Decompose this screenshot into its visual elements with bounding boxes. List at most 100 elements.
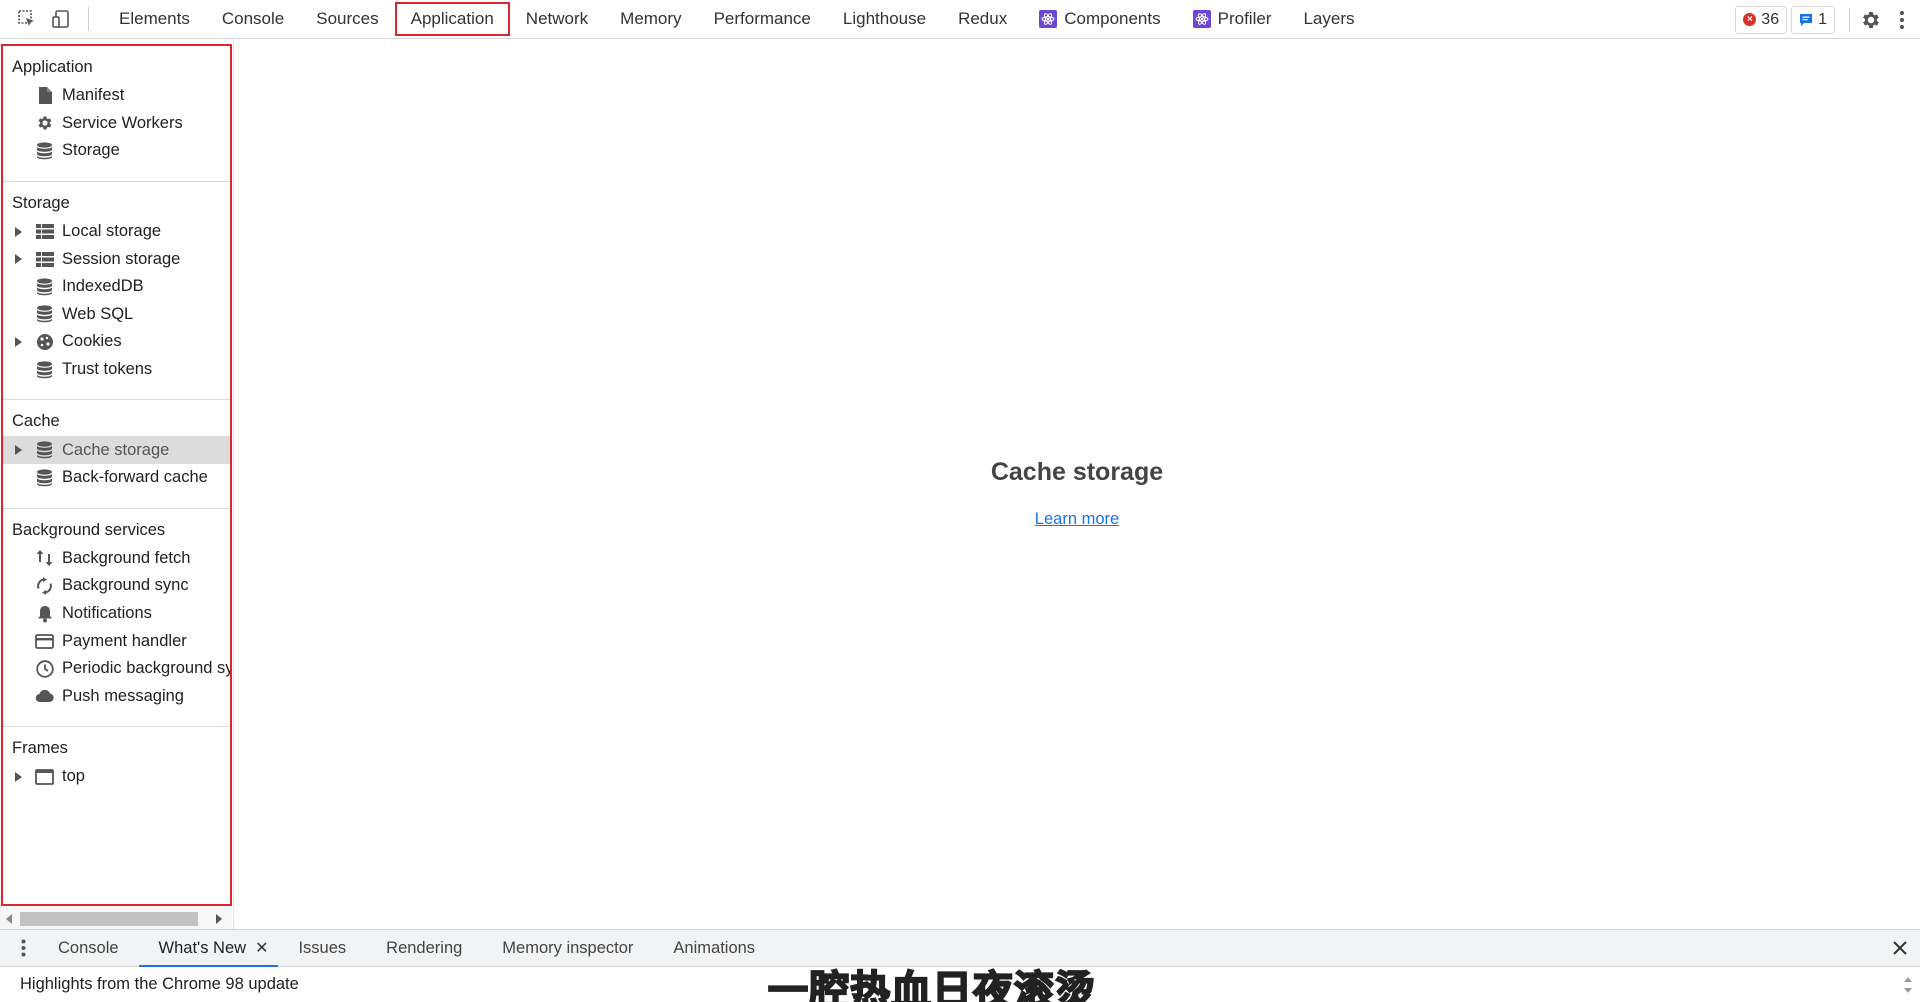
tab-profiler[interactable]: Profiler bbox=[1177, 2, 1288, 36]
tab-memory[interactable]: Memory bbox=[604, 2, 697, 36]
device-toolbar-icon[interactable] bbox=[44, 2, 78, 36]
sidebar-section-title: Background services bbox=[12, 520, 166, 539]
sidebar-item-label: Payment handler bbox=[62, 631, 187, 650]
sidebar-item-trust-tokens[interactable]: Trust tokens bbox=[3, 356, 230, 384]
sidebar-item-background-sync[interactable]: Background sync bbox=[3, 572, 230, 600]
tab-label: Application bbox=[410, 9, 494, 28]
sidebar-item-notifications[interactable]: Notifications bbox=[3, 600, 230, 628]
settings-gear-icon[interactable] bbox=[1854, 3, 1888, 37]
tab-label: Lighthouse bbox=[842, 9, 927, 28]
sidebar-item-background-fetch[interactable]: Background fetch bbox=[3, 545, 230, 573]
learn-more-link[interactable]: Learn more bbox=[1035, 510, 1119, 528]
database-icon bbox=[35, 305, 54, 324]
drawer-tab-animations[interactable]: Animations bbox=[653, 930, 775, 966]
database-icon bbox=[35, 360, 54, 379]
tab-components[interactable]: Components bbox=[1023, 2, 1176, 36]
sidebar-horizontal-scrollbar[interactable] bbox=[0, 907, 232, 929]
messages-counter[interactable]: 1 bbox=[1791, 5, 1835, 34]
bell-icon bbox=[35, 604, 54, 623]
drawer-menu-icon[interactable] bbox=[8, 930, 38, 966]
drawer-tab-rendering[interactable]: Rendering bbox=[366, 930, 482, 966]
expand-arrow-icon[interactable] bbox=[15, 771, 22, 782]
sidebar-item-back-forward-cache[interactable]: Back-forward cache bbox=[3, 464, 230, 492]
drawer-tab-what-s-new[interactable]: What's New ✕ bbox=[138, 930, 279, 967]
scroll-left-arrow-icon[interactable] bbox=[6, 914, 12, 924]
drawer-tab-memory-inspector[interactable]: Memory inspector bbox=[482, 930, 653, 966]
sidebar-item-periodic-background-sy[interactable]: Periodic background sy bbox=[3, 655, 230, 683]
drawer-tab-label: What's New bbox=[158, 938, 247, 957]
tab-label: Layers bbox=[1303, 9, 1355, 28]
drawer-tab-label: Animations bbox=[673, 938, 756, 957]
react-logo-icon bbox=[1039, 10, 1058, 28]
expand-arrow-icon[interactable] bbox=[15, 226, 22, 237]
message-count: 1 bbox=[1818, 10, 1827, 28]
tab-console[interactable]: Console bbox=[206, 2, 300, 36]
expand-arrow-icon[interactable] bbox=[15, 445, 22, 456]
tab-label: Network bbox=[525, 9, 589, 28]
sidebar-item-web-sql[interactable]: Web SQL bbox=[3, 301, 230, 329]
drawer-tab-label: Console bbox=[58, 938, 119, 957]
application-sidebar: Application Manifest Service Workers Storag… bbox=[1, 44, 232, 906]
tab-elements[interactable]: Elements bbox=[103, 2, 206, 36]
tab-label: Performance bbox=[713, 9, 811, 28]
sidebar-item-label: Background sync bbox=[62, 576, 189, 595]
tab-label: Redux bbox=[958, 9, 1008, 28]
more-options-icon[interactable] bbox=[1888, 3, 1916, 37]
sidebar-item-session-storage[interactable]: Session storage bbox=[3, 245, 230, 273]
tab-application[interactable]: Application bbox=[394, 2, 510, 36]
tab-label: Console bbox=[221, 9, 285, 28]
drawer-tabs: Console What's New ✕ Issues Rendering Memory … bbox=[38, 930, 775, 967]
panel-tabs: Elements Console Sources Application Network… bbox=[103, 0, 1371, 38]
close-tab-icon[interactable]: ✕ bbox=[255, 938, 268, 958]
sidebar-section-background-services: Background services Background fetch Backg… bbox=[3, 509, 230, 717]
sidebar-section-frames: Frames top bbox=[3, 727, 230, 797]
scrollbar-thumb[interactable] bbox=[20, 912, 198, 926]
sidebar-item-service-workers[interactable]: Service Workers bbox=[3, 110, 230, 138]
close-drawer-icon[interactable] bbox=[1892, 930, 1908, 966]
tab-sources[interactable]: Sources bbox=[300, 2, 394, 36]
sidebar-item-payment-handler[interactable]: Payment handler bbox=[3, 627, 230, 655]
expand-arrow-icon[interactable] bbox=[15, 336, 22, 347]
sidebar-item-label: Back-forward cache bbox=[62, 468, 208, 487]
tab-label: Elements bbox=[119, 9, 190, 28]
sidebar-item-cache-storage[interactable]: Cache storage bbox=[3, 436, 230, 464]
tab-label: Sources bbox=[316, 9, 379, 28]
frame-icon bbox=[35, 767, 54, 786]
message-icon bbox=[1800, 13, 1813, 26]
sidebar-item-cookies[interactable]: Cookies bbox=[3, 328, 230, 356]
sidebar-section-cache: Cache Cache storage Back-forward cache bbox=[3, 400, 230, 497]
sidebar-item-indexeddb[interactable]: IndexedDB bbox=[3, 273, 230, 301]
tab-lighthouse[interactable]: Lighthouse bbox=[827, 2, 942, 36]
inspect-element-icon[interactable] bbox=[10, 2, 44, 36]
page-title: Cache storage bbox=[990, 458, 1164, 486]
database-icon bbox=[35, 441, 54, 460]
devtools-main-toolbar: Elements Console Sources Application Network… bbox=[0, 0, 1920, 39]
drawer-tab-console[interactable]: Console bbox=[38, 930, 139, 966]
database-icon bbox=[35, 277, 54, 296]
tab-network[interactable]: Network bbox=[510, 2, 604, 36]
tab-performance[interactable]: Performance bbox=[698, 2, 827, 36]
sidebar-item-label: IndexedDB bbox=[62, 277, 144, 296]
expand-arrow-icon[interactable] bbox=[15, 254, 22, 265]
sidebar-item-label: Web SQL bbox=[62, 304, 134, 323]
sidebar-item-label: Session storage bbox=[62, 249, 181, 268]
sidebar-item-label: Storage bbox=[62, 141, 120, 160]
drawer-tab-label: Issues bbox=[298, 938, 347, 957]
tab-layers[interactable]: Layers bbox=[1287, 2, 1370, 36]
card-icon bbox=[35, 632, 54, 651]
sidebar-item-local-storage[interactable]: Local storage bbox=[3, 218, 230, 246]
sidebar-item-push-messaging[interactable]: Push messaging bbox=[3, 683, 230, 711]
sidebar-item-label: Local storage bbox=[62, 222, 162, 241]
scroll-right-arrow-icon[interactable] bbox=[216, 914, 222, 924]
tab-redux[interactable]: Redux bbox=[942, 2, 1023, 36]
drawer-tab-issues[interactable]: Issues bbox=[278, 930, 366, 966]
drawer-scroll-arrows-icon[interactable] bbox=[1902, 973, 1914, 997]
sidebar-item-label: Manifest bbox=[62, 86, 125, 105]
sidebar-item-top[interactable]: top bbox=[3, 763, 230, 791]
error-icon: × bbox=[1743, 13, 1757, 26]
sidebar-item-storage[interactable]: Storage bbox=[3, 137, 230, 165]
whats-new-headline: Highlights from the Chrome 98 update bbox=[20, 975, 299, 993]
sidebar-section-title: Cache bbox=[12, 412, 60, 431]
errors-counter[interactable]: × 36 bbox=[1735, 5, 1788, 34]
sidebar-item-manifest[interactable]: Manifest bbox=[3, 82, 230, 110]
